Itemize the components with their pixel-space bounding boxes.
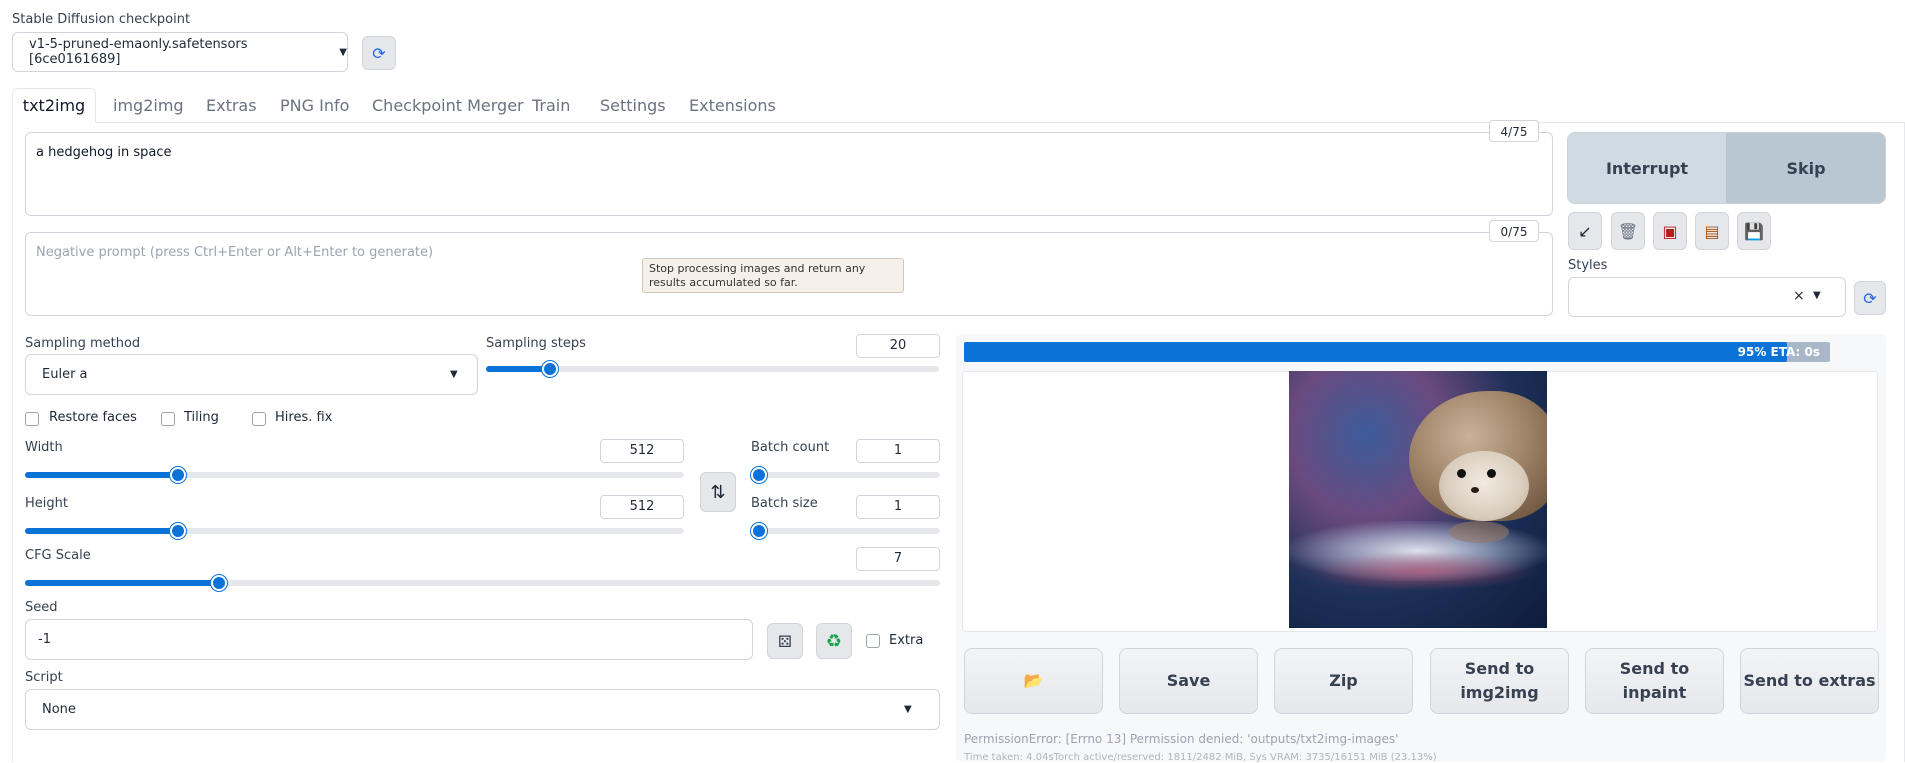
cfg-scale-label: CFG Scale [25,548,91,563]
cfg-scale-thumb[interactable] [211,575,227,591]
sampling-steps-thumb[interactable] [542,361,558,377]
batch-count-label: Batch count [751,440,830,455]
seed-input[interactable]: -1 [25,619,753,660]
interrupt-button[interactable]: Interrupt [1568,133,1727,203]
refresh-icon[interactable]: ⟳ [362,36,396,70]
clear-icon[interactable]: × [1793,288,1805,304]
send-to-img2img-button[interactable]: Send to img2img [1430,648,1569,714]
tiling-checkbox[interactable] [161,412,175,426]
prompt-textarea[interactable]: a hedgehog in space [25,132,1553,216]
prompt-token-counter: 4/75 [1489,120,1539,142]
prompt-text: a hedgehog in space [36,145,172,160]
folder-icon[interactable]: 📂 [964,648,1103,714]
tab-img2img[interactable]: img2img [113,96,184,115]
negative-prompt-placeholder: Negative prompt (press Ctrl+Enter or Alt… [36,245,434,260]
timing-info: Time taken: 4.04sTorch active/reserved: … [964,752,1437,763]
batch-count-slider[interactable] [751,472,940,478]
trash-icon[interactable]: 🗑 [1611,212,1645,250]
width-input[interactable]: 512 [600,439,684,463]
batch-size-slider[interactable] [751,528,940,534]
script-label: Script [25,670,63,685]
height-thumb[interactable] [170,523,186,539]
tiling-label: Tiling [184,410,219,425]
sampling-method-select[interactable]: Euler a ▼ [25,354,478,395]
sampling-steps-label: Sampling steps [486,336,586,351]
height-fill [25,528,178,534]
recycle-icon[interactable]: ♻ [816,623,852,659]
batch-size-label: Batch size [751,496,818,511]
tab-train[interactable]: Train [532,96,570,115]
width-fill [25,472,178,478]
checkpoint-value: v1-5-pruned-emaonly.safetensors [6ce0161… [29,37,248,67]
send-to-inpaint-button[interactable]: Send to inpaint [1585,648,1724,714]
arrow-down-left-icon[interactable]: ↙ [1568,212,1602,250]
height-input[interactable]: 512 [600,495,684,519]
checkpoint-label: Stable Diffusion checkpoint [12,12,191,27]
save-icon[interactable]: 💾 [1737,212,1771,250]
height-label: Height [25,496,68,511]
checkpoint-select[interactable]: v1-5-pruned-emaonly.safetensors [6ce0161… [12,32,348,72]
clipboard-icon[interactable]: ▤ [1695,212,1729,250]
sampling-steps-input[interactable]: 20 [856,334,940,358]
zip-button[interactable]: Zip [1274,648,1413,714]
tab-png-info[interactable]: PNG Info [280,96,349,115]
hires-fix-checkbox[interactable] [252,412,266,426]
batch-size-input[interactable]: 1 [856,495,940,519]
batch-count-input[interactable]: 1 [856,439,940,463]
chevron-down-icon: ▼ [339,46,347,58]
swap-icon[interactable]: ⇅ [700,472,736,512]
chevron-down-icon: ▼ [450,369,458,380]
width-thumb[interactable] [170,467,186,483]
tab-extras[interactable]: Extras [206,96,257,115]
cfg-scale-input[interactable]: 7 [856,547,940,571]
batch-count-thumb[interactable] [751,467,767,483]
hires-fix-label: Hires. fix [275,410,333,425]
extra-checkbox[interactable] [866,634,880,648]
width-label: Width [25,440,63,455]
chevron-down-icon: ▼ [904,704,912,715]
styles-label: Styles [1568,258,1608,273]
generated-image[interactable] [1289,371,1547,628]
extra-label: Extra [889,633,924,648]
tab-checkpoint-merger[interactable]: Checkpoint Merger [372,96,524,115]
sampling-method-label: Sampling method [25,336,141,351]
save-button[interactable]: Save [1119,648,1258,714]
send-to-extras-button[interactable]: Send to extras [1740,648,1879,714]
restore-faces-checkbox[interactable] [25,412,39,426]
progress-text: 95% ETA: 0s [1737,345,1820,359]
chevron-down-icon: ▼ [1813,290,1821,301]
seed-label: Seed [25,600,58,615]
script-select[interactable]: None ▼ [25,689,940,730]
styles-select[interactable]: × ▼ [1568,277,1846,317]
refresh-icon[interactable]: ⟳ [1854,281,1886,315]
skip-button[interactable]: Skip [1727,133,1885,203]
interrupt-tooltip: Stop processing images and return any re… [642,258,904,293]
tab-settings[interactable]: Settings [600,96,666,115]
tab-txt2img[interactable]: txt2img [12,88,96,123]
card-icon[interactable]: ▣ [1653,212,1687,250]
dice-icon[interactable]: ⚄ [767,623,803,659]
cfg-scale-fill [25,580,219,586]
error-message: PermissionError: [Errno 13] Permission d… [964,732,1399,746]
negative-token-counter: 0/75 [1489,220,1539,242]
batch-size-thumb[interactable] [751,523,767,539]
tab-extensions[interactable]: Extensions [689,96,776,115]
sampling-steps-fill [486,366,550,372]
restore-faces-label: Restore faces [49,410,137,425]
